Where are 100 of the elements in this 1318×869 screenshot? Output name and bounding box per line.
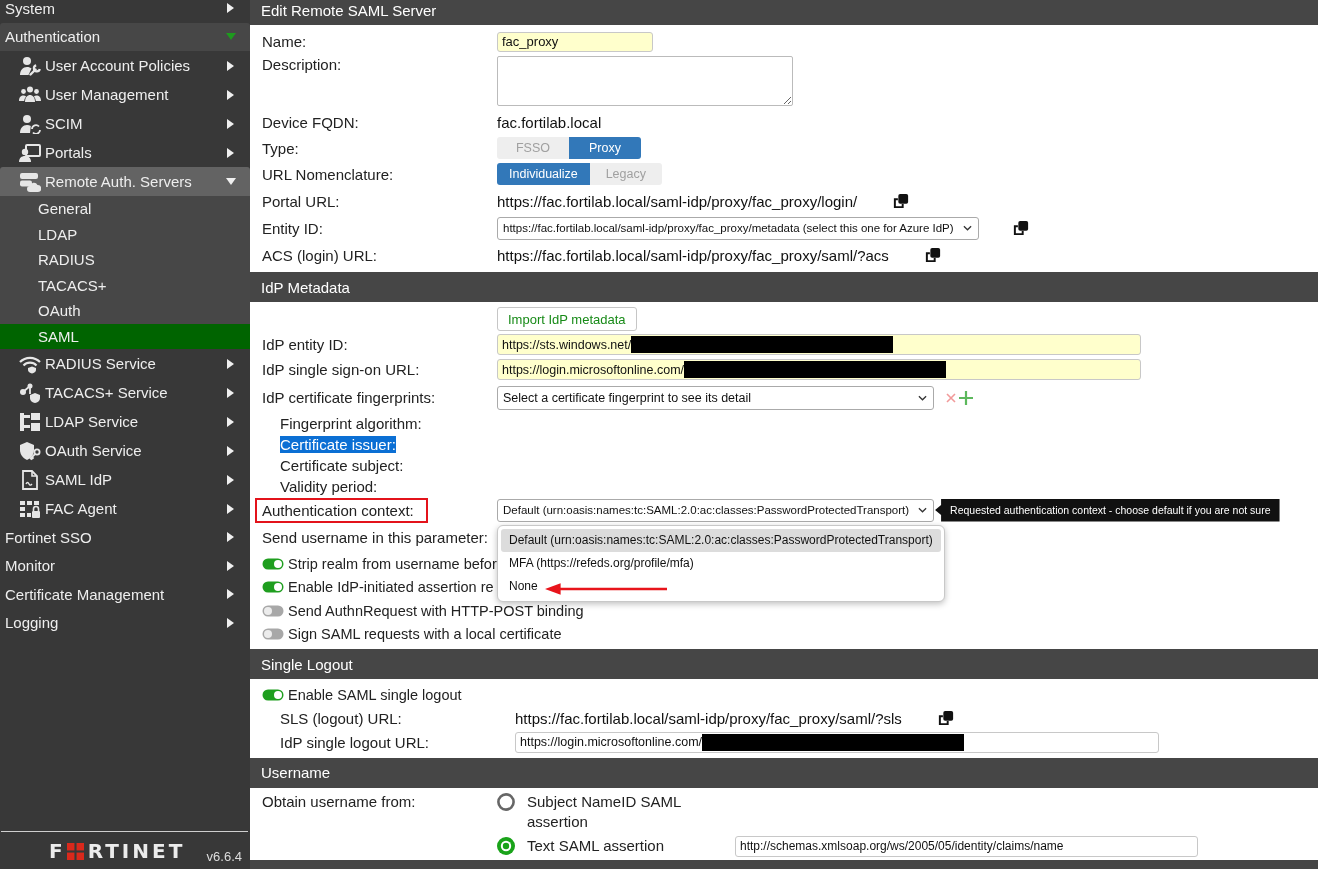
copy-icon[interactable] (924, 247, 941, 263)
field-label: IdP certificate fingerprints: (262, 389, 436, 406)
toggle-label: Send AuthnRequest with HTTP-POST binding (288, 602, 584, 619)
sidebar-item[interactable]: FAC Agent (0, 494, 250, 523)
sidebar-item[interactable]: Authentication (0, 22, 250, 51)
select-field[interactable]: Default (urn:oasis:names:tc:SAML:2.0:ac:classes:PasswordProtectedTransport) (497, 498, 935, 522)
import-button[interactable]: Import IdP metadata (497, 307, 637, 331)
section-header: Single Logout (250, 649, 1318, 679)
copy-icon[interactable] (937, 710, 954, 726)
user-wrench-icon (19, 55, 41, 76)
toggle-label: Strip realm from username befor (288, 555, 497, 572)
remove-icon[interactable] (946, 392, 956, 403)
chevron-down-icon (918, 394, 927, 401)
field-label: Certificate subject: (280, 457, 404, 474)
server-cloud-icon (19, 171, 41, 192)
field-label: Type: (262, 139, 299, 157)
document-icon (19, 469, 41, 490)
select-field[interactable]: Select a certificate fingerprint to see its detail (497, 385, 934, 410)
sidebar-item[interactable]: LDAP (0, 221, 250, 247)
sidebar-item[interactable]: Logging (0, 608, 250, 637)
sidebar-item[interactable]: Fortinet SSO (0, 523, 250, 552)
sidebar-item[interactable]: Certificate Management (0, 580, 250, 609)
select-field[interactable]: https://fac.fortilab.local/saml-idp/proxy/fac_proxy/metadata (select this one for Azure IdP) (497, 216, 979, 240)
chevron-down-icon (962, 225, 972, 231)
sidebar-item[interactable]: TACACS+ Service (0, 378, 250, 407)
field-label: SLS (logout) URL: (280, 709, 402, 727)
input-field[interactable]: https://login.microsoftonline.com/ (515, 731, 1159, 753)
sidebar-item[interactable]: User Account Policies (0, 51, 250, 80)
field-label: Fingerprint algorithm: (280, 415, 422, 432)
input-field[interactable]: http://schemas.xmlsoap.org/ws/2005/05/identity/claims/name (735, 835, 1198, 857)
field-label: Entity ID: (262, 219, 323, 237)
sidebar-item[interactable]: Monitor (0, 551, 250, 580)
grid-lock-icon (19, 498, 41, 519)
add-icon[interactable] (959, 390, 973, 405)
sidebar-item[interactable]: Remote Auth. Servers (0, 167, 250, 196)
toggle-label: Sign SAML requests with a local certificate (288, 626, 562, 643)
version-text: v6.6.4 (206, 849, 242, 864)
field-label: IdP single logout URL: (280, 733, 429, 751)
sidebar-item[interactable]: SCIM (0, 109, 250, 138)
section-header: Edit Remote SAML Server (250, 0, 1318, 25)
input-field[interactable]: fac_proxy (497, 31, 653, 52)
field-value: fac.fortilab.local (497, 113, 602, 131)
radio-button[interactable] (497, 836, 515, 855)
segmented-option[interactable]: Individualize (497, 163, 590, 185)
url-value: https://fac.fortilab.local/saml-idp/proxy/fac_proxy/saml/?sls (515, 709, 902, 727)
field-label: IdP single sign-on URL: (262, 361, 420, 378)
toggle-switch[interactable] (262, 604, 284, 617)
sidebar-item[interactable]: System (0, 0, 250, 23)
field-label: URL Nomenclature: (262, 165, 394, 183)
sidebar-item[interactable]: OAuth (0, 298, 250, 324)
field-label: Portal URL: (262, 192, 340, 210)
toggle-switch[interactable] (262, 557, 284, 570)
toggle-label: Enable IdP-initiated assertion re (288, 579, 494, 596)
toggle-switch[interactable] (262, 581, 284, 594)
section-header: IdP Metadata (250, 272, 1318, 302)
sidebar-item[interactable]: RADIUS (0, 247, 250, 273)
toggle-switch[interactable] (262, 628, 284, 641)
dropdown-option[interactable]: MFA (https://refeds.org/profile/mfa) (501, 551, 941, 575)
sidebar-item[interactable]: User Management (0, 80, 250, 109)
dropdown-option[interactable]: None (501, 574, 941, 598)
dropdown-option[interactable]: Default (urn:oasis:names:tc:SAML:2.0:ac:classes:PasswordProtectedTransport) (501, 528, 941, 552)
user-screen-icon (19, 142, 41, 163)
input-field[interactable]: https://login.microsoftonline.com/ (497, 359, 1141, 380)
users-icon (19, 84, 41, 105)
sidebar-item[interactable]: General (0, 196, 250, 222)
section-header: Username (250, 757, 1318, 788)
network-shield-icon (19, 382, 41, 403)
sidebar-item[interactable]: SAML IdP (0, 465, 250, 494)
copy-icon[interactable] (893, 193, 910, 209)
sidebar-item[interactable]: LDAP Service (0, 407, 250, 436)
logo-text: RTINET (87, 841, 186, 861)
sidebar-item[interactable]: RADIUS Service (0, 349, 250, 378)
radio-label: Text SAML assertion (527, 835, 664, 856)
field-label: Authentication context: (255, 497, 428, 523)
segmented-option[interactable]: Proxy (569, 137, 641, 159)
field-label: Certificate issuer: (280, 436, 396, 453)
field-label: Description: (262, 55, 342, 75)
chevron-down-icon (918, 507, 928, 513)
field-label: Name: (262, 33, 307, 50)
tooltip: Requested authentication context - choose default if you are not sure (935, 498, 1280, 522)
field-label: Device FQDN: (262, 113, 359, 131)
logo-text: F (49, 841, 66, 861)
sidebar-item[interactable]: OAuth Service (0, 436, 250, 465)
user-sync-icon (19, 113, 41, 134)
input-field[interactable]: https://sts.windows.net/ (497, 334, 1141, 355)
url-value: https://fac.fortilab.local/saml-idp/proxy/fac_proxy/saml/?acs (497, 246, 889, 264)
copy-icon[interactable] (1012, 220, 1029, 236)
radio-label: Subject NameID SAML assertion (527, 791, 682, 832)
description-field[interactable] (497, 56, 793, 106)
field-label: IdP entity ID: (262, 336, 348, 353)
shield-key-icon (19, 440, 41, 461)
url-value: https://fac.fortilab.local/saml-idp/proxy/fac_proxy/login/ (497, 192, 858, 210)
sidebar-item[interactable]: TACACS+ (0, 272, 250, 298)
sidebar-item[interactable]: Portals (0, 138, 250, 167)
field-label: ACS (login) URL: (262, 246, 378, 264)
toggle-switch[interactable] (262, 688, 284, 701)
radio-button[interactable] (497, 792, 515, 811)
field-label: Obtain username from: (262, 791, 416, 812)
logo-grid-icon (66, 842, 84, 860)
sidebar-item[interactable]: SAML (0, 323, 250, 349)
